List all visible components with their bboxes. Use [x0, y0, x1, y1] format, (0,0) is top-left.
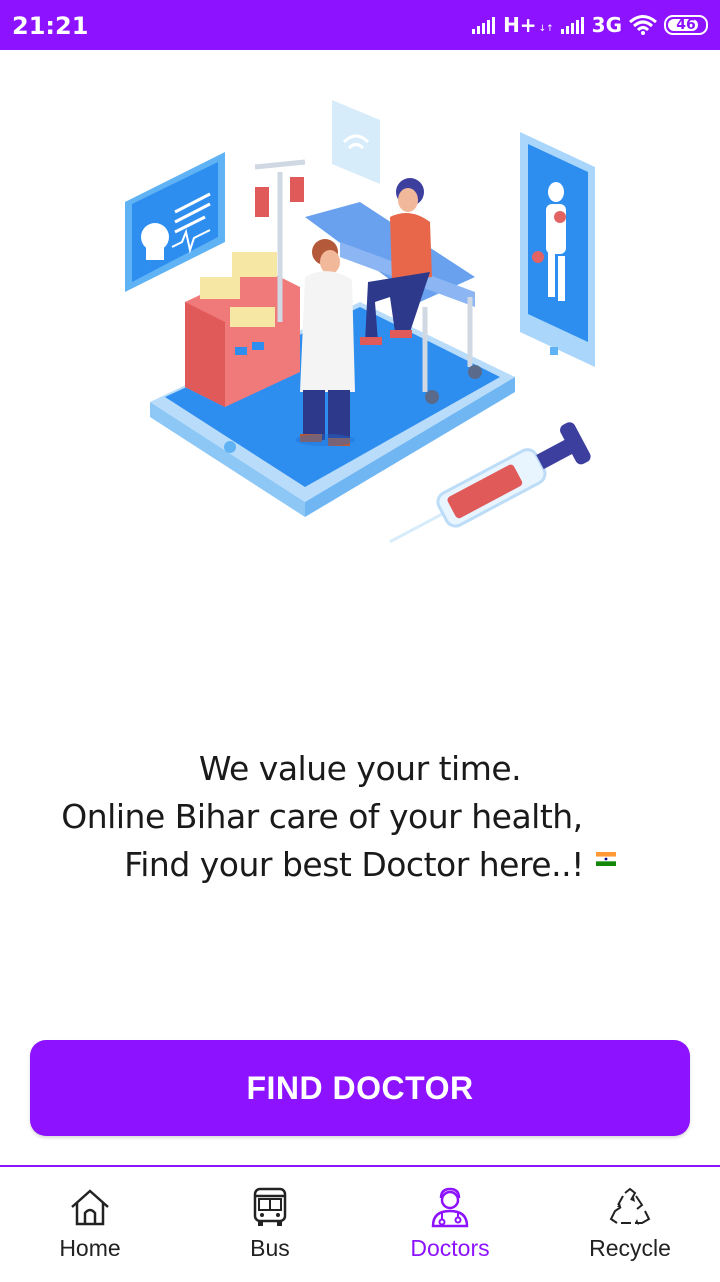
tagline-line-2: Online Bihar care of your health,	[61, 797, 583, 836]
nav-label-home: Home	[59, 1235, 121, 1261]
xray-monitor-icon	[125, 152, 225, 292]
nav-label-recycle: Recycle	[589, 1235, 671, 1261]
india-flag-icon	[595, 851, 616, 866]
wifi-card-icon	[332, 100, 380, 184]
nav-item-recycle[interactable]: Recycle	[540, 1167, 720, 1282]
recycle-icon	[608, 1185, 652, 1229]
status-bar: 21:21 H+ ↓↑ 3G 46	[0, 0, 720, 50]
network-type-1: H+	[503, 13, 537, 37]
wifi-icon	[629, 15, 657, 35]
data-arrows-icon: ↓↑	[538, 24, 554, 34]
tagline-line-3: Find your best Doctor here..!	[20, 841, 720, 889]
doctor-icon	[428, 1185, 472, 1229]
signal-icon	[472, 17, 496, 34]
doctor-clinic-illustration	[125, 100, 595, 544]
find-doctor-button[interactable]: FIND DOCTOR	[30, 1040, 690, 1136]
battery-icon: 46	[664, 15, 708, 35]
nav-item-bus[interactable]: Bus	[180, 1167, 360, 1282]
status-icons: H+ ↓↑ 3G 46	[471, 10, 708, 40]
nav-item-home[interactable]: Home	[0, 1167, 180, 1282]
body-scan-phone-icon	[520, 132, 595, 367]
nav-label-bus: Bus	[250, 1235, 290, 1261]
battery-level: 46	[676, 17, 696, 33]
network-type-2: 3G	[591, 13, 622, 37]
signal-icon	[560, 17, 584, 34]
home-icon	[68, 1185, 112, 1229]
doctor-figure-icon	[295, 239, 355, 446]
nav-item-doctors[interactable]: Doctors	[360, 1167, 540, 1282]
status-time: 21:21	[12, 12, 89, 40]
nav-label-doctors: Doctors	[410, 1235, 490, 1261]
bus-icon	[248, 1185, 292, 1229]
tagline-line-1: We value your time.	[198, 749, 522, 788]
bottom-navigation: Home Bus Doctors Recycle	[0, 1165, 720, 1282]
tagline: We value your time. Online Bihar care of…	[0, 745, 720, 889]
tagline-line-3-text: Find your best Doctor here..!	[124, 845, 584, 884]
